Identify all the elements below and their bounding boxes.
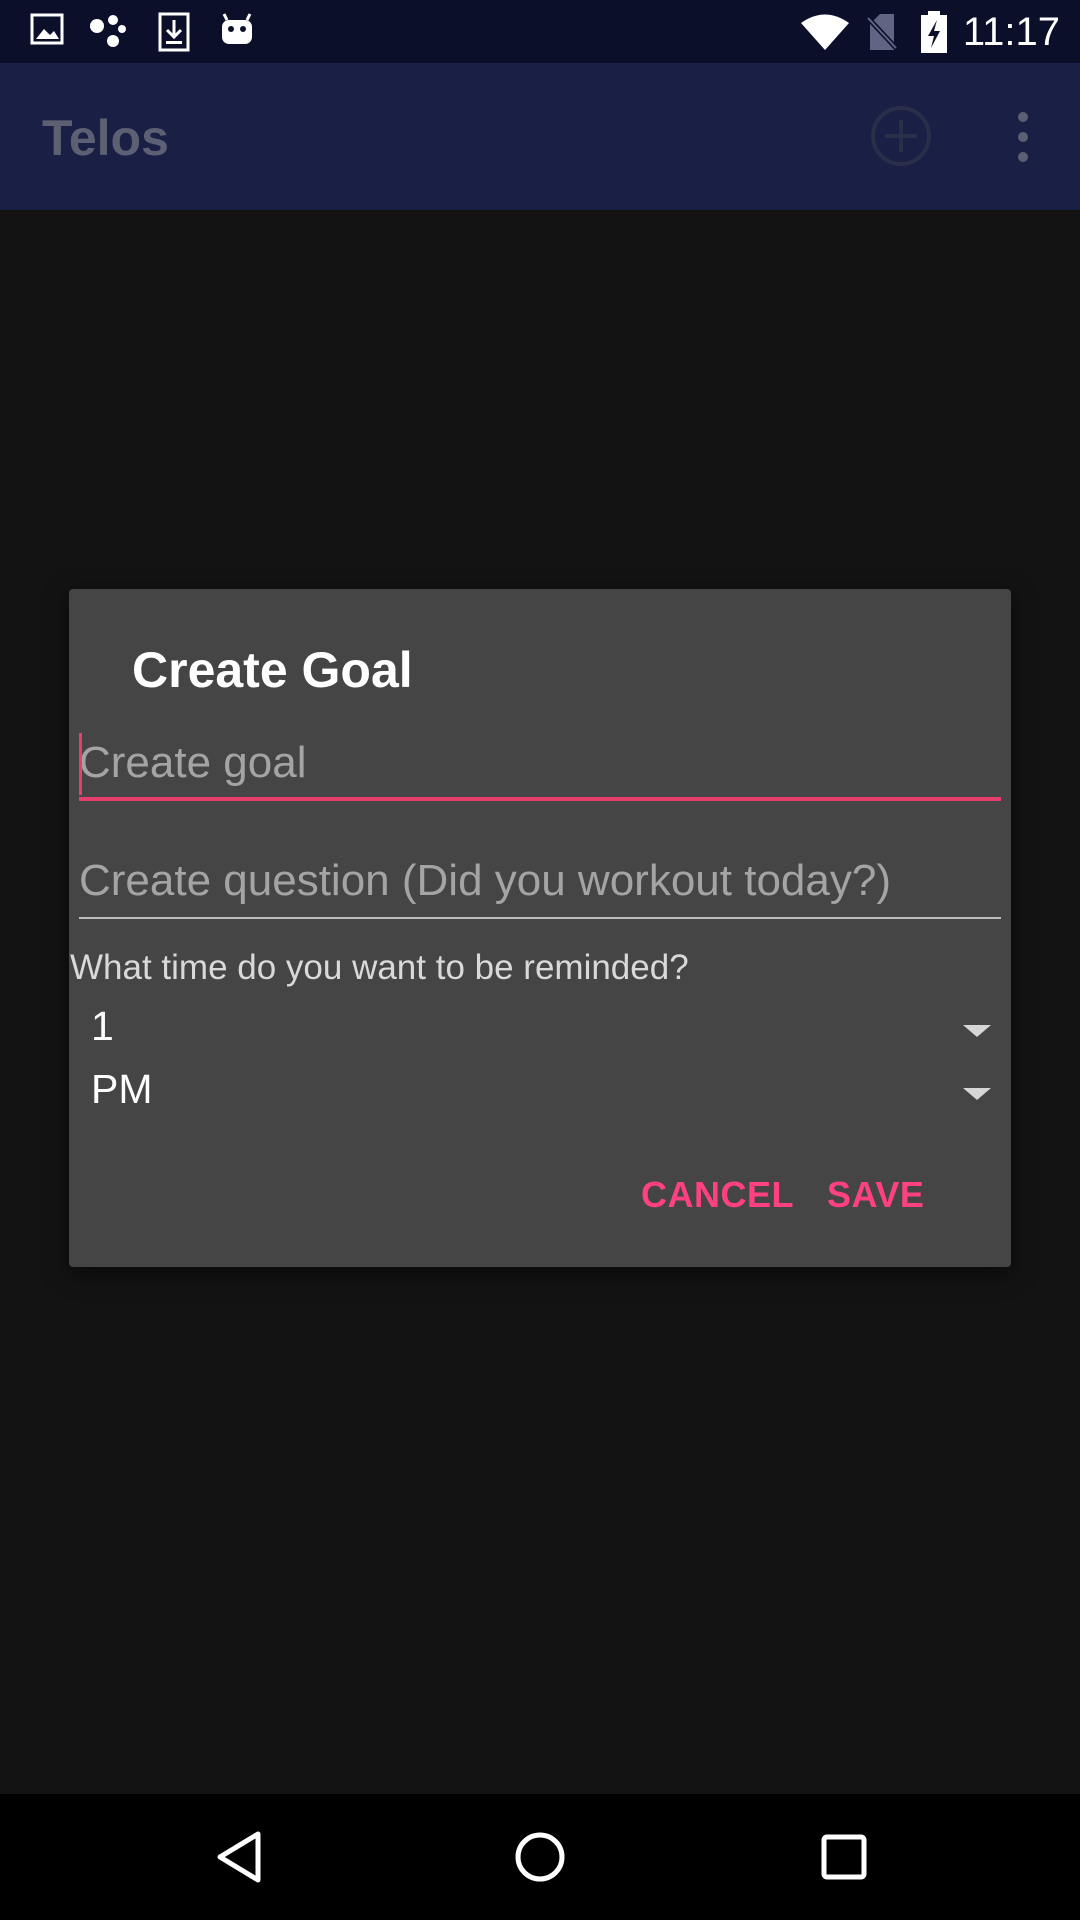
status-bar: 11:17: [0, 0, 1080, 63]
save-button[interactable]: SAVE: [815, 1165, 936, 1225]
text-cursor: [79, 733, 82, 795]
android-icon: [222, 13, 252, 44]
status-time: 11:17: [962, 10, 1060, 54]
dropdown-arrow-icon: [963, 1025, 991, 1037]
navigation-bar: [0, 1794, 1080, 1920]
goal-input[interactable]: [79, 731, 1001, 795]
reminder-label: What time do you want to be reminded?: [70, 948, 689, 987]
question-field[interactable]: [79, 849, 1001, 919]
app-bar: Telos: [0, 63, 1080, 210]
question-field-underline: [79, 917, 1001, 919]
overflow-menu-icon[interactable]: [1008, 107, 1038, 167]
create-goal-dialog: Create Goal What time do you want to be …: [69, 589, 1011, 1267]
add-circle-icon[interactable]: [868, 103, 934, 169]
goal-field[interactable]: [79, 731, 1001, 801]
assistant-dots-icon: [90, 15, 126, 47]
cancel-button[interactable]: CANCEL: [629, 1165, 806, 1225]
battery-charging-icon: [921, 11, 947, 53]
dropdown-arrow-icon: [963, 1088, 991, 1100]
question-input[interactable]: [79, 849, 1001, 913]
ampm-spinner-value: PM: [91, 1066, 153, 1112]
no-sim-icon: [866, 14, 898, 50]
dialog-title: Create Goal: [132, 642, 413, 698]
app-title: Telos: [42, 110, 169, 166]
hour-spinner[interactable]: 1: [79, 999, 1001, 1061]
goal-field-underline: [79, 797, 1001, 801]
download-icon: [158, 12, 190, 52]
back-icon[interactable]: [206, 1824, 272, 1890]
wifi-icon: [801, 14, 849, 50]
recents-icon[interactable]: [811, 1824, 877, 1890]
image-icon: [30, 13, 64, 45]
hour-spinner-value: 1: [91, 1003, 114, 1049]
ampm-spinner[interactable]: PM: [79, 1062, 1001, 1124]
home-icon[interactable]: [507, 1824, 573, 1890]
